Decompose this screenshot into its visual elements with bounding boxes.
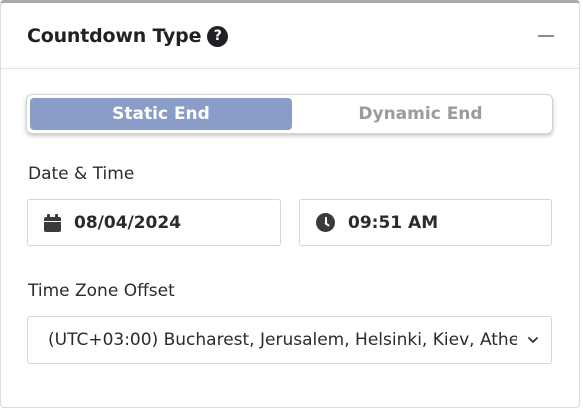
timezone-select[interactable]: (UTC+03:00) Bucharest, Jerusalem, Helsin… (27, 316, 552, 364)
timezone-label: Time Zone Offset (28, 281, 175, 301)
date-field[interactable]: 08/04/2024 (27, 199, 281, 246)
time-value: 09:51 AM (348, 212, 439, 233)
panel-header[interactable]: Countdown Type ? (1, 3, 579, 69)
date-time-label: Date & Time (28, 164, 135, 184)
static-end-button[interactable]: Static End (30, 98, 292, 130)
timezone-selected-value: (UTC+03:00) Bucharest, Jerusalem, Helsin… (48, 330, 517, 350)
collapse-icon[interactable] (538, 34, 554, 37)
panel-title: Countdown Type (27, 24, 202, 47)
calendar-icon (44, 213, 61, 232)
time-field[interactable]: 09:51 AM (299, 199, 552, 246)
end-type-toggle: Static End Dynamic End (26, 94, 553, 134)
countdown-type-panel: Countdown Type ? Static End Dynamic End … (0, 0, 580, 408)
dynamic-end-button[interactable]: Dynamic End (292, 98, 549, 130)
chevron-down-icon (528, 337, 538, 343)
clock-icon (316, 213, 335, 232)
help-icon[interactable]: ? (207, 25, 229, 47)
date-value: 08/04/2024 (74, 212, 182, 233)
